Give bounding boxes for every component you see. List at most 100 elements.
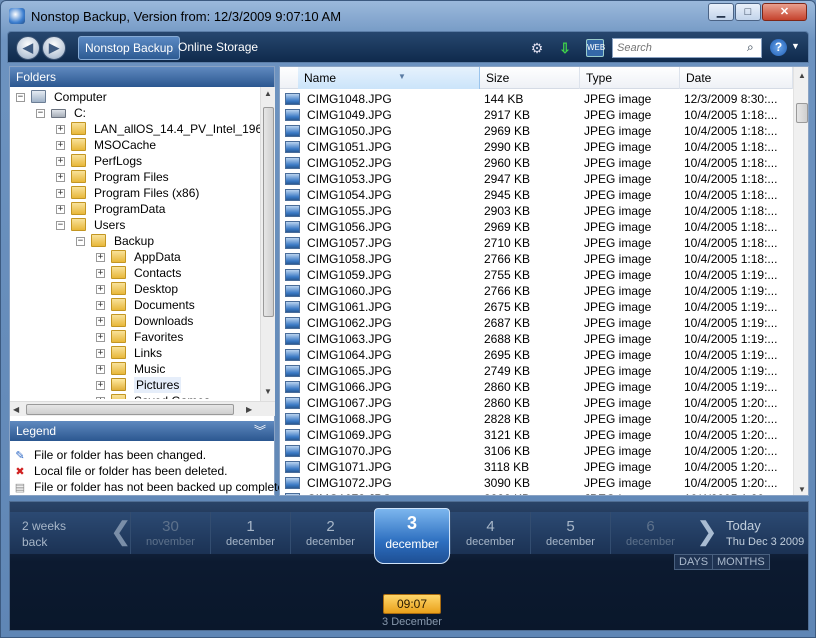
tree-node[interactable]: + Favorites [10, 329, 260, 345]
tree-expander-icon[interactable]: + [96, 365, 105, 374]
column-header-size[interactable]: Size [480, 67, 580, 89]
scroll-down-icon[interactable]: ▼ [264, 387, 272, 396]
file-row[interactable]: CIMG1052.JPG 2960 KB JPEG image 10/4/2005 1… [280, 155, 793, 171]
file-row[interactable]: CIMG1055.JPG 2903 KB JPEG image 10/4/2005 1… [280, 203, 793, 219]
tree-node[interactable]: + Downloads [10, 313, 260, 329]
file-row[interactable]: CIMG1048.JPG 144 KB JPEG image 12/3/2009 8:… [280, 91, 793, 107]
help-icon[interactable]: ? [770, 39, 787, 56]
back-button[interactable]: ◀ [16, 36, 40, 60]
file-row[interactable]: CIMG1058.JPG 2766 KB JPEG image 10/4/2005 1… [280, 251, 793, 267]
tree-expander-icon[interactable]: + [96, 285, 105, 294]
tree-expander-icon[interactable]: + [96, 253, 105, 262]
file-row[interactable]: CIMG1053.JPG 2947 KB JPEG image 10/4/2005 1… [280, 171, 793, 187]
gear-icon[interactable]: ⚙ [528, 39, 546, 57]
file-row[interactable]: CIMG1057.JPG 2710 KB JPEG image 10/4/2005 1… [280, 235, 793, 251]
tree-node[interactable]: + MSOCache [10, 137, 260, 153]
timeline-day[interactable]: 6 december [610, 512, 690, 554]
file-row[interactable]: CIMG1069.JPG 3121 KB JPEG image 10/4/2005 1… [280, 427, 793, 443]
file-row[interactable]: CIMG1072.JPG 3090 KB JPEG image 10/4/2005 1… [280, 475, 793, 491]
tree-expander-icon[interactable]: − [76, 237, 85, 246]
tree-expander-icon[interactable]: + [96, 333, 105, 342]
snapshot-time-button[interactable]: 09:07 [383, 594, 441, 614]
timeline-day[interactable]: 4 december [450, 512, 530, 554]
timeline-next-icon[interactable]: ❯ [696, 516, 718, 546]
tree-node[interactable]: + LAN_allOS_14.4_PV_Intel_19685 [10, 121, 260, 137]
tree-expander-icon[interactable]: + [56, 205, 65, 214]
tree-expander-icon[interactable]: − [36, 109, 45, 118]
tree-node[interactable]: − Backup [10, 233, 260, 249]
column-header-date[interactable]: Date [680, 67, 793, 89]
tree-expander-icon[interactable]: + [96, 301, 105, 310]
tree-node[interactable]: + Saved Games [10, 393, 260, 399]
tree-expander-icon[interactable]: + [96, 381, 105, 390]
forward-button[interactable]: ▶ [42, 36, 66, 60]
tree-hscroll-thumb[interactable] [26, 404, 234, 415]
file-row[interactable]: CIMG1068.JPG 2828 KB JPEG image 10/4/2005 1… [280, 411, 793, 427]
tab-nonstop-backup[interactable]: Nonstop Backup [78, 36, 181, 60]
legend-header[interactable]: Legend ︾ [10, 421, 274, 441]
file-row[interactable]: CIMG1049.JPG 2917 KB JPEG image 10/4/2005 1… [280, 107, 793, 123]
scroll-up-icon[interactable]: ▲ [798, 71, 806, 80]
tree-expander-icon[interactable]: + [96, 397, 105, 399]
web-icon[interactable]: WEB [586, 39, 605, 57]
file-row[interactable]: CIMG1060.JPG 2766 KB JPEG image 10/4/2005 1… [280, 283, 793, 299]
close-button[interactable]: ✕ [762, 3, 807, 21]
timeline-current-day[interactable]: 3 december [374, 508, 450, 564]
timeline-day[interactable]: 2 december [290, 512, 370, 554]
tree-scroll-thumb[interactable] [263, 107, 274, 317]
column-header-name[interactable]: Name ▼ [298, 67, 480, 89]
timeline-day[interactable]: 1 december [210, 512, 290, 554]
file-row[interactable]: CIMG1050.JPG 2969 KB JPEG image 10/4/2005 1… [280, 123, 793, 139]
tree-node[interactable]: − Users [10, 217, 260, 233]
tree-horizontal-scrollbar[interactable]: ◀ ▶ [10, 401, 275, 416]
tree-expander-icon[interactable]: + [96, 317, 105, 326]
tree-node[interactable]: + PerfLogs [10, 153, 260, 169]
tree-expander-icon[interactable]: + [56, 157, 65, 166]
tree-node[interactable]: + Documents [10, 297, 260, 313]
file-row[interactable]: CIMG1054.JPG 2945 KB JPEG image 10/4/2005 1… [280, 187, 793, 203]
tree-node[interactable]: + Desktop [10, 281, 260, 297]
tree-node[interactable]: + ProgramData [10, 201, 260, 217]
timeline-day[interactable]: 30 november [130, 512, 210, 554]
tab-online-storage[interactable]: Online Storage [172, 36, 264, 60]
timeline-day[interactable]: 5 december [530, 512, 610, 554]
two-weeks-back-link[interactable]: 2 weeks back [22, 518, 82, 550]
tree-node[interactable]: + Program Files [10, 169, 260, 185]
chevron-down-icon[interactable]: ▼ [791, 41, 800, 51]
column-header-type[interactable]: Type [580, 67, 680, 89]
today-link[interactable]: Today Thu Dec 3 2009 [726, 518, 806, 550]
file-row[interactable]: CIMG1059.JPG 2755 KB JPEG image 10/4/2005 1… [280, 267, 793, 283]
minimize-button[interactable]: ▁ [708, 3, 734, 21]
scroll-down-icon[interactable]: ▼ [798, 485, 806, 494]
file-row[interactable]: CIMG1073.JPG 3282 KB JPEG image 10/4/2005 1… [280, 491, 793, 495]
tree-node[interactable]: + AppData [10, 249, 260, 265]
tree-expander-icon[interactable]: + [96, 349, 105, 358]
file-row[interactable]: CIMG1062.JPG 2687 KB JPEG image 10/4/2005 1… [280, 315, 793, 331]
search-input[interactable] [613, 39, 741, 57]
collapse-chevron-icon[interactable]: ︾ [254, 421, 266, 441]
file-row[interactable]: CIMG1056.JPG 2969 KB JPEG image 10/4/2005 1… [280, 219, 793, 235]
timeline-prev-icon[interactable]: ❮ [110, 516, 132, 546]
months-mode-button[interactable]: MONTHS [712, 554, 770, 570]
scroll-up-icon[interactable]: ▲ [264, 89, 272, 98]
search-icon[interactable]: ⌕ [747, 40, 754, 55]
tree-expander-icon[interactable]: − [16, 93, 25, 102]
tree-node[interactable]: + Music [10, 361, 260, 377]
scroll-right-icon[interactable]: ▶ [246, 405, 252, 414]
file-scroll-thumb[interactable] [796, 103, 808, 123]
file-row[interactable]: CIMG1061.JPG 2675 KB JPEG image 10/4/2005 1… [280, 299, 793, 315]
days-mode-button[interactable]: DAYS [674, 554, 714, 570]
file-row[interactable]: CIMG1051.JPG 2990 KB JPEG image 10/4/2005 1… [280, 139, 793, 155]
tree-node[interactable]: + Program Files (x86) [10, 185, 260, 201]
file-row[interactable]: CIMG1066.JPG 2860 KB JPEG image 10/4/2005 1… [280, 379, 793, 395]
tree-node[interactable]: + Pictures [10, 377, 260, 393]
file-row[interactable]: CIMG1070.JPG 3106 KB JPEG image 10/4/2005 1… [280, 443, 793, 459]
tree-node[interactable]: − C: [10, 105, 260, 121]
file-row[interactable]: CIMG1067.JPG 2860 KB JPEG image 10/4/2005 1… [280, 395, 793, 411]
tree-expander-icon[interactable]: + [56, 189, 65, 198]
tree-expander-icon[interactable]: − [56, 221, 65, 230]
download-icon[interactable]: ⇩ [556, 39, 574, 57]
tree-vertical-scrollbar[interactable]: ▲ ▼ [260, 87, 275, 401]
tree-node[interactable]: + Contacts [10, 265, 260, 281]
file-row[interactable]: CIMG1071.JPG 3118 KB JPEG image 10/4/2005 1… [280, 459, 793, 475]
